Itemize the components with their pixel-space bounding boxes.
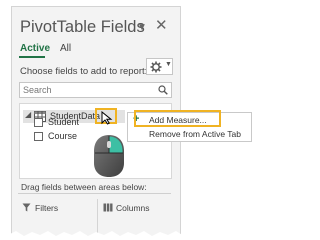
tools-button[interactable]: ▼ xyxy=(146,58,173,75)
area-label: Filters xyxy=(35,203,59,213)
cursor-arrow-icon xyxy=(101,111,113,125)
field-label: Student xyxy=(48,117,80,127)
torn-edge xyxy=(0,231,272,240)
pane-title: PivotTable Fields xyxy=(20,18,145,36)
checkbox[interactable] xyxy=(34,132,43,141)
mouse-right-click-icon xyxy=(94,135,124,177)
search-placeholder: Search xyxy=(23,85,52,95)
gear-icon xyxy=(150,61,162,73)
area-label: Columns xyxy=(116,203,150,213)
chevron-down-icon: ▼ xyxy=(165,61,172,68)
collapse-arrow-icon[interactable]: ◢ xyxy=(25,110,31,119)
close-icon[interactable]: ✕ xyxy=(155,16,168,34)
checkbox[interactable] xyxy=(34,118,43,127)
columns-icon xyxy=(103,203,113,212)
field-label: Course xyxy=(48,131,78,141)
menu-highlight-box xyxy=(134,110,221,127)
filter-icon xyxy=(22,203,31,212)
search-icon xyxy=(158,85,168,95)
tab-all[interactable]: All xyxy=(60,43,71,54)
active-tab-indicator xyxy=(19,56,45,58)
divider xyxy=(18,193,171,194)
tab-active[interactable]: Active xyxy=(20,43,50,54)
choose-fields-label: Choose fields to add to report: xyxy=(20,66,148,77)
drag-fields-label: Drag fields between areas below: xyxy=(21,182,147,192)
triangle-down-icon[interactable]: ▼ xyxy=(137,22,147,33)
menu-item-remove-from-active-tab[interactable]: Remove from Active Tab xyxy=(128,128,251,141)
search-input[interactable]: Search xyxy=(19,82,172,98)
menu-item-label: Remove from Active Tab xyxy=(149,129,241,139)
